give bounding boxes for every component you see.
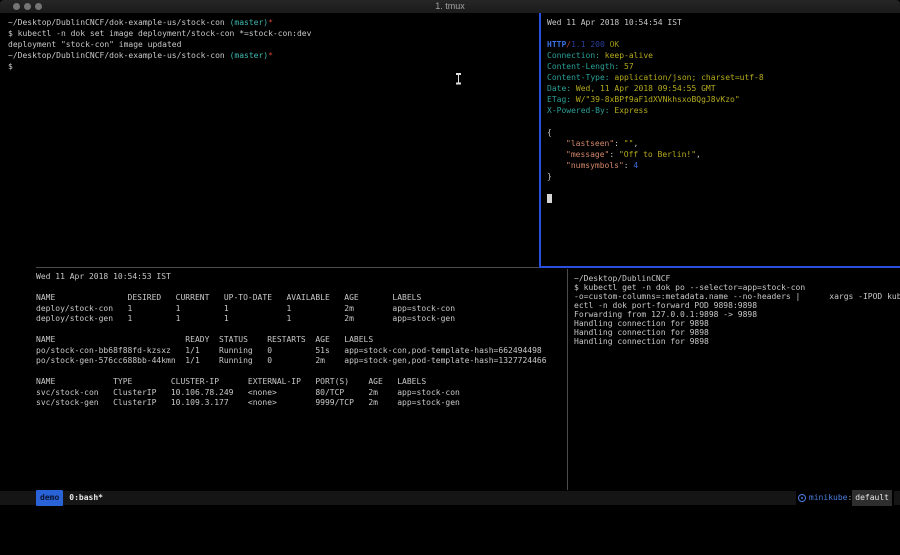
header-value: Express	[614, 106, 648, 115]
pane-bottom-right[interactable]: ~/Desktop/DublinCNCF $ kubectl get -n do…	[574, 274, 900, 346]
git-dirty-marker: *	[268, 18, 273, 27]
pane-divider-vertical-top[interactable]	[539, 13, 541, 267]
cursor-line	[547, 193, 897, 204]
header-name: Content-Type:	[547, 73, 610, 82]
header-value: Wed, 11 Apr 2018 09:54:55 GMT	[576, 84, 716, 93]
timestamp: Wed 11 Apr 2018 10:54:53 IST	[36, 272, 558, 283]
shell-prompt: $	[8, 61, 536, 72]
blank-line	[36, 283, 558, 294]
header-value: W/"39-8xBPf9aF1dXVNkhsxoBQgJ8vKzo"	[576, 95, 740, 104]
status-left: demo 0:bash*	[36, 491, 103, 505]
prompt-path: ~/Desktop/DublinCNCF/dok-example-us/stoc…	[8, 18, 230, 27]
tmux-status-bar: demo 0:bash* minikube : default	[0, 491, 900, 505]
command-set-image: $ kubectl -n dok set image deployment/st…	[8, 28, 536, 39]
json-value: "Off to Berlin!"	[619, 150, 696, 159]
json-comma: ,	[696, 150, 701, 159]
http-reason: OK	[610, 40, 620, 49]
git-dirty-marker: *	[268, 51, 273, 60]
window-title: 1. tmux	[0, 0, 900, 13]
blank-line	[547, 182, 897, 193]
kube-namespace: default	[852, 490, 892, 506]
pane-bottom-left[interactable]: Wed 11 Apr 2018 10:54:53 IST NAME DESIRE…	[36, 272, 558, 409]
terminal-content: ~/Desktop/DublinCNCF/dok-example-us/stoc…	[0, 13, 900, 491]
http-header-row: Connection: keep-alive	[547, 50, 897, 61]
pane-top-right-active[interactable]: Wed 11 Apr 2018 10:54:54 IST HTTP/1.1 20…	[547, 17, 897, 204]
timestamp: Wed 11 Apr 2018 10:54:54 IST	[547, 17, 897, 28]
http-header-row: X-Powered-By: Express	[547, 105, 897, 116]
header-value: 57	[624, 62, 634, 71]
window-title-bar[interactable]: 1. tmux	[0, 0, 900, 14]
header-name: Content-Length:	[547, 62, 619, 71]
json-colon: :	[614, 139, 619, 148]
shell-prompt-line: ~/Desktop/DublinCNCF/dok-example-us/stoc…	[8, 17, 536, 28]
window-tab-bash[interactable]: 0:bash*	[69, 491, 103, 505]
http-header-row: Content-Length: 57	[547, 61, 897, 72]
kube-context: minikube	[809, 491, 848, 505]
json-close-brace: }	[547, 171, 897, 182]
blank-line	[36, 325, 558, 336]
git-branch: (master)	[230, 18, 269, 27]
json-key: "numsymbols"	[566, 161, 624, 170]
json-entry: "numsymbols":4	[547, 160, 897, 171]
deployments-table: NAME DESIRED CURRENT UP-TO-DATE AVAILABL…	[36, 293, 558, 325]
pane-top-left[interactable]: ~/Desktop/DublinCNCF/dok-example-us/stoc…	[8, 17, 536, 72]
prompt-path: ~/Desktop/DublinCNCF/dok-example-us/stoc…	[8, 51, 230, 60]
header-value: keep-alive	[605, 51, 653, 60]
terminal-window: 1. tmux ~/Desktop/DublinCNCF/dok-example…	[0, 0, 900, 555]
header-name: Date:	[547, 84, 571, 93]
pods-table: NAME READY STATUS RESTARTS AGE LABELS po…	[36, 335, 558, 367]
json-comma: ,	[633, 139, 638, 148]
blank-line	[547, 28, 897, 39]
json-value: ""	[624, 139, 634, 148]
json-open-brace: {	[547, 127, 897, 138]
json-colon: :	[609, 150, 614, 159]
blank-line	[36, 367, 558, 378]
header-name: X-Powered-By:	[547, 106, 610, 115]
port-forward-log: ~/Desktop/DublinCNCF $ kubectl get -n do…	[574, 274, 900, 346]
terminal-cursor	[547, 194, 552, 203]
header-value: application/json; charset=utf-8	[614, 73, 763, 82]
pane-divider-vertical-bottom[interactable]	[567, 269, 568, 490]
http-header-row: ETag: W/"39-8xBPf9aF1dXVNkhsxoBQgJ8vKzo"	[547, 94, 897, 105]
pane-divider-horizontal[interactable]	[36, 267, 539, 268]
status-right: minikube : default	[796, 491, 894, 505]
kubernetes-helm-icon	[798, 494, 806, 502]
session-name-badge: demo	[36, 490, 63, 506]
http-version-and-code: 1.1 200	[571, 40, 605, 49]
json-value: 4	[633, 161, 638, 170]
http-status-line: HTTP/1.1 200OK	[547, 39, 897, 50]
blank-line	[547, 116, 897, 127]
services-table: NAME TYPE CLUSTER-IP EXTERNAL-IP PORT(S)…	[36, 377, 558, 409]
json-colon: :	[624, 161, 629, 170]
header-name: Connection:	[547, 51, 600, 60]
mouse-ibeam-cursor	[455, 73, 462, 84]
header-name: ETag:	[547, 95, 571, 104]
shell-prompt-line: ~/Desktop/DublinCNCF/dok-example-us/stoc…	[8, 50, 536, 61]
command-output: deployment "stock-con" image updated	[8, 39, 536, 50]
json-key: "message"	[566, 150, 609, 159]
json-entry: "message": "Off to Berlin!",	[547, 149, 897, 160]
git-branch: (master)	[230, 51, 269, 60]
http-protocol: HTTP	[547, 40, 566, 49]
pane-divider-horizontal-active[interactable]	[539, 266, 900, 268]
json-key: "lastseen"	[566, 139, 614, 148]
http-header-row: Content-Type: application/json; charset=u…	[547, 72, 897, 83]
http-header-row: Date: Wed, 11 Apr 2018 09:54:55 GMT	[547, 83, 897, 94]
json-entry: "lastseen": "",	[547, 138, 897, 149]
